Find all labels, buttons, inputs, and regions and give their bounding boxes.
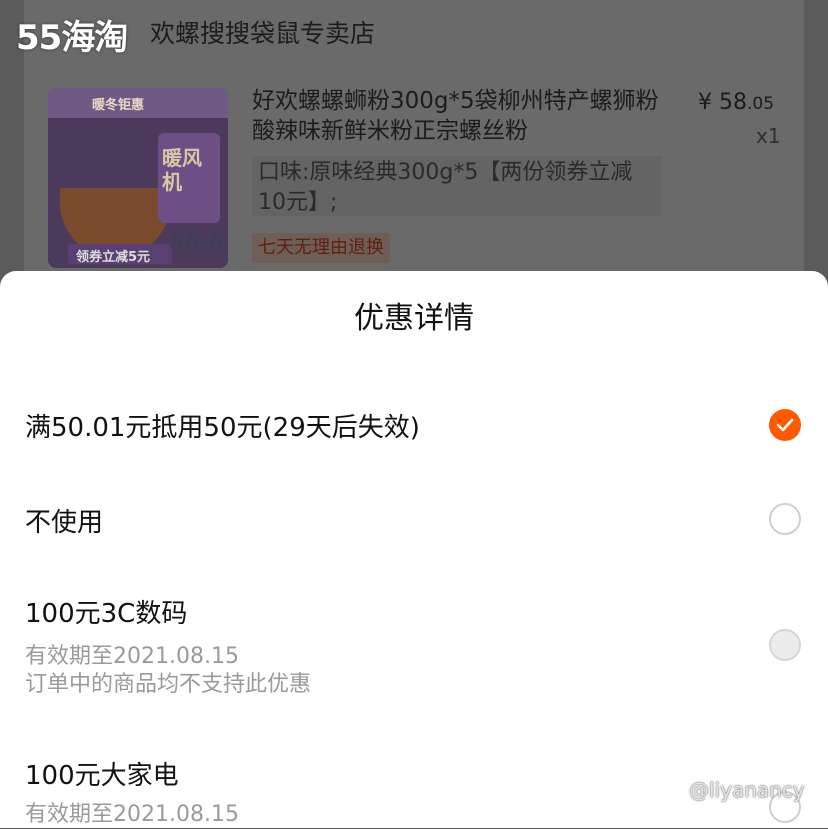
product-price: ¥ 58.05 <box>698 90 775 115</box>
coupon-validity: 有效期至2021.08.15 <box>25 644 239 669</box>
thumb-promo-text: 领券立减5元 <box>76 250 151 265</box>
radio-icon[interactable] <box>769 503 801 535</box>
user-watermark: @liyanancy <box>689 778 805 802</box>
site-watermark: 55海淘 <box>16 18 128 58</box>
discount-sheet: 优惠详情 满50.01元抵用50元(29天后失效) 不使用 100元3C数码 有… <box>0 271 828 828</box>
thumb-price-text: 58.05 <box>170 230 228 255</box>
thumb-feature-text: 暖风机 <box>162 146 202 194</box>
coupon-option-50[interactable]: 满50.01元抵用50元(29天后失效) <box>25 407 420 444</box>
product-quantity: x1 <box>756 124 781 148</box>
checked-radio-icon[interactable] <box>769 409 801 441</box>
coupon-note: 订单中的商品均不支持此优惠 <box>25 672 312 697</box>
background-page: 欢螺搜搜袋鼠专卖店 55海淘 暖冬钜惠 暖风机 领券立减5元 58.05 好欢螺… <box>0 0 828 300</box>
sheet-title: 优惠详情 <box>354 301 474 336</box>
disabled-radio-icon <box>769 629 801 661</box>
thumb-banner-text: 暖冬钜惠 <box>92 98 145 113</box>
coupon-option-3c[interactable]: 100元3C数码 <box>25 593 187 630</box>
product-title[interactable]: 好欢螺螺蛳粉300g*5袋柳州特产螺狮粉酸辣味新鲜米粉正宗螺丝粉 <box>252 86 672 146</box>
coupon-option-appliance[interactable]: 100元大家电 <box>25 755 179 792</box>
coupon-validity: 有效期至2021.08.15 <box>25 802 239 827</box>
shop-name[interactable]: 欢螺搜搜袋鼠专卖店 <box>150 14 375 50</box>
product-thumbnail[interactable]: 暖冬钜惠 暖风机 领券立减5元 58.05 <box>48 88 228 268</box>
product-flavor: 口味:原味经典300g*5【两份领券立减10元】; <box>252 156 662 216</box>
coupon-option-none[interactable]: 不使用 <box>25 502 103 539</box>
return-policy-badge: 七天无理由退换 <box>252 233 390 263</box>
